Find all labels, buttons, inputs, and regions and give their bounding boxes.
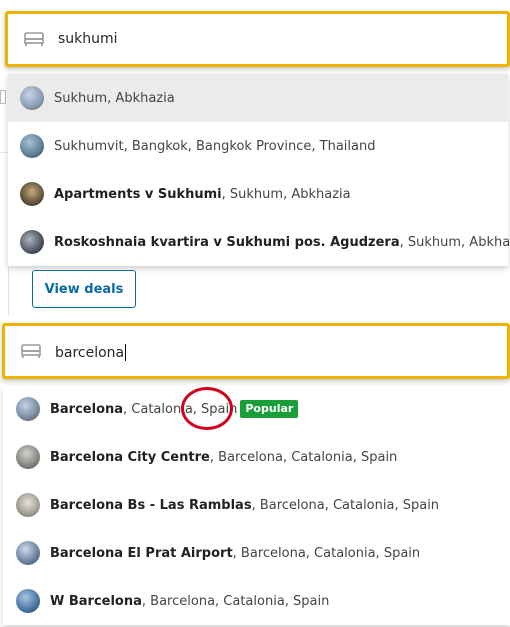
bed-icon: [21, 344, 41, 358]
suggestion-dropdown: Barcelona, Catalonia, Spain Popular Barc…: [3, 385, 510, 625]
suggestion-label: Sukhum, Abkhazia: [54, 90, 175, 106]
suggestion-dropdown: Sukhum, Abkhazia Sukhumvit, Bangkok, Ban…: [8, 74, 510, 266]
suggestion-label: Apartments v Sukhumi, Sukhum, Abkhazia: [54, 186, 351, 202]
suggestion-item[interactable]: Sukhumvit, Bangkok, Bangkok Province, Th…: [8, 122, 508, 170]
suggestion-item[interactable]: Sukhum, Abkhazia: [8, 74, 508, 122]
location-thumbnail: [16, 445, 40, 469]
text-cursor: [125, 343, 127, 361]
location-thumbnail: [16, 397, 40, 421]
suggestion-item[interactable]: Barcelona, Catalonia, Spain Popular: [3, 385, 510, 433]
background-divider: [0, 152, 8, 153]
suggestion-item[interactable]: Barcelona City Centre, Barcelona, Catalo…: [3, 433, 510, 481]
destination-search-box[interactable]: sukhumi: [5, 11, 510, 67]
location-thumbnail: [16, 589, 40, 613]
search-input[interactable]: sukhumi: [58, 31, 118, 47]
location-thumbnail: [20, 86, 44, 110]
suggestion-item[interactable]: W Barcelona, Barcelona, Catalonia, Spain: [3, 577, 510, 625]
background-divider: [0, 90, 6, 104]
suggestion-label: Roskoshnaia kvartira v Sukhumi pos. Agud…: [54, 234, 510, 250]
suggestion-item[interactable]: Roskoshnaia kvartira v Sukhumi pos. Agud…: [8, 218, 510, 266]
search-input[interactable]: barcelona: [55, 342, 127, 361]
suggestion-item[interactable]: Barcelona Bs - Las Ramblas, Barcelona, C…: [3, 481, 510, 529]
suggestion-label: Sukhumvit, Bangkok, Bangkok Province, Th…: [54, 138, 376, 154]
location-thumbnail: [20, 182, 44, 206]
suggestion-label: Barcelona City Centre, Barcelona, Catalo…: [50, 449, 398, 465]
location-thumbnail: [20, 230, 44, 254]
background-divider: [8, 266, 9, 316]
suggestion-label: W Barcelona, Barcelona, Catalonia, Spain: [50, 593, 330, 609]
suggestion-label: Barcelona Bs - Las Ramblas, Barcelona, C…: [50, 497, 440, 513]
location-thumbnail: [16, 493, 40, 517]
suggestion-item[interactable]: Barcelona El Prat Airport, Barcelona, Ca…: [3, 529, 510, 577]
view-deals-button[interactable]: View deals: [32, 270, 136, 308]
location-thumbnail: [20, 134, 44, 158]
suggestion-item[interactable]: Apartments v Sukhumi, Sukhum, Abkhazia: [8, 170, 508, 218]
highlight-annotation-circle: [181, 387, 233, 430]
location-thumbnail: [16, 541, 40, 565]
suggestion-label: Barcelona El Prat Airport, Barcelona, Ca…: [50, 545, 421, 561]
popular-badge: Popular: [240, 400, 299, 418]
bed-icon: [24, 32, 44, 46]
destination-search-box[interactable]: barcelona: [2, 323, 510, 379]
